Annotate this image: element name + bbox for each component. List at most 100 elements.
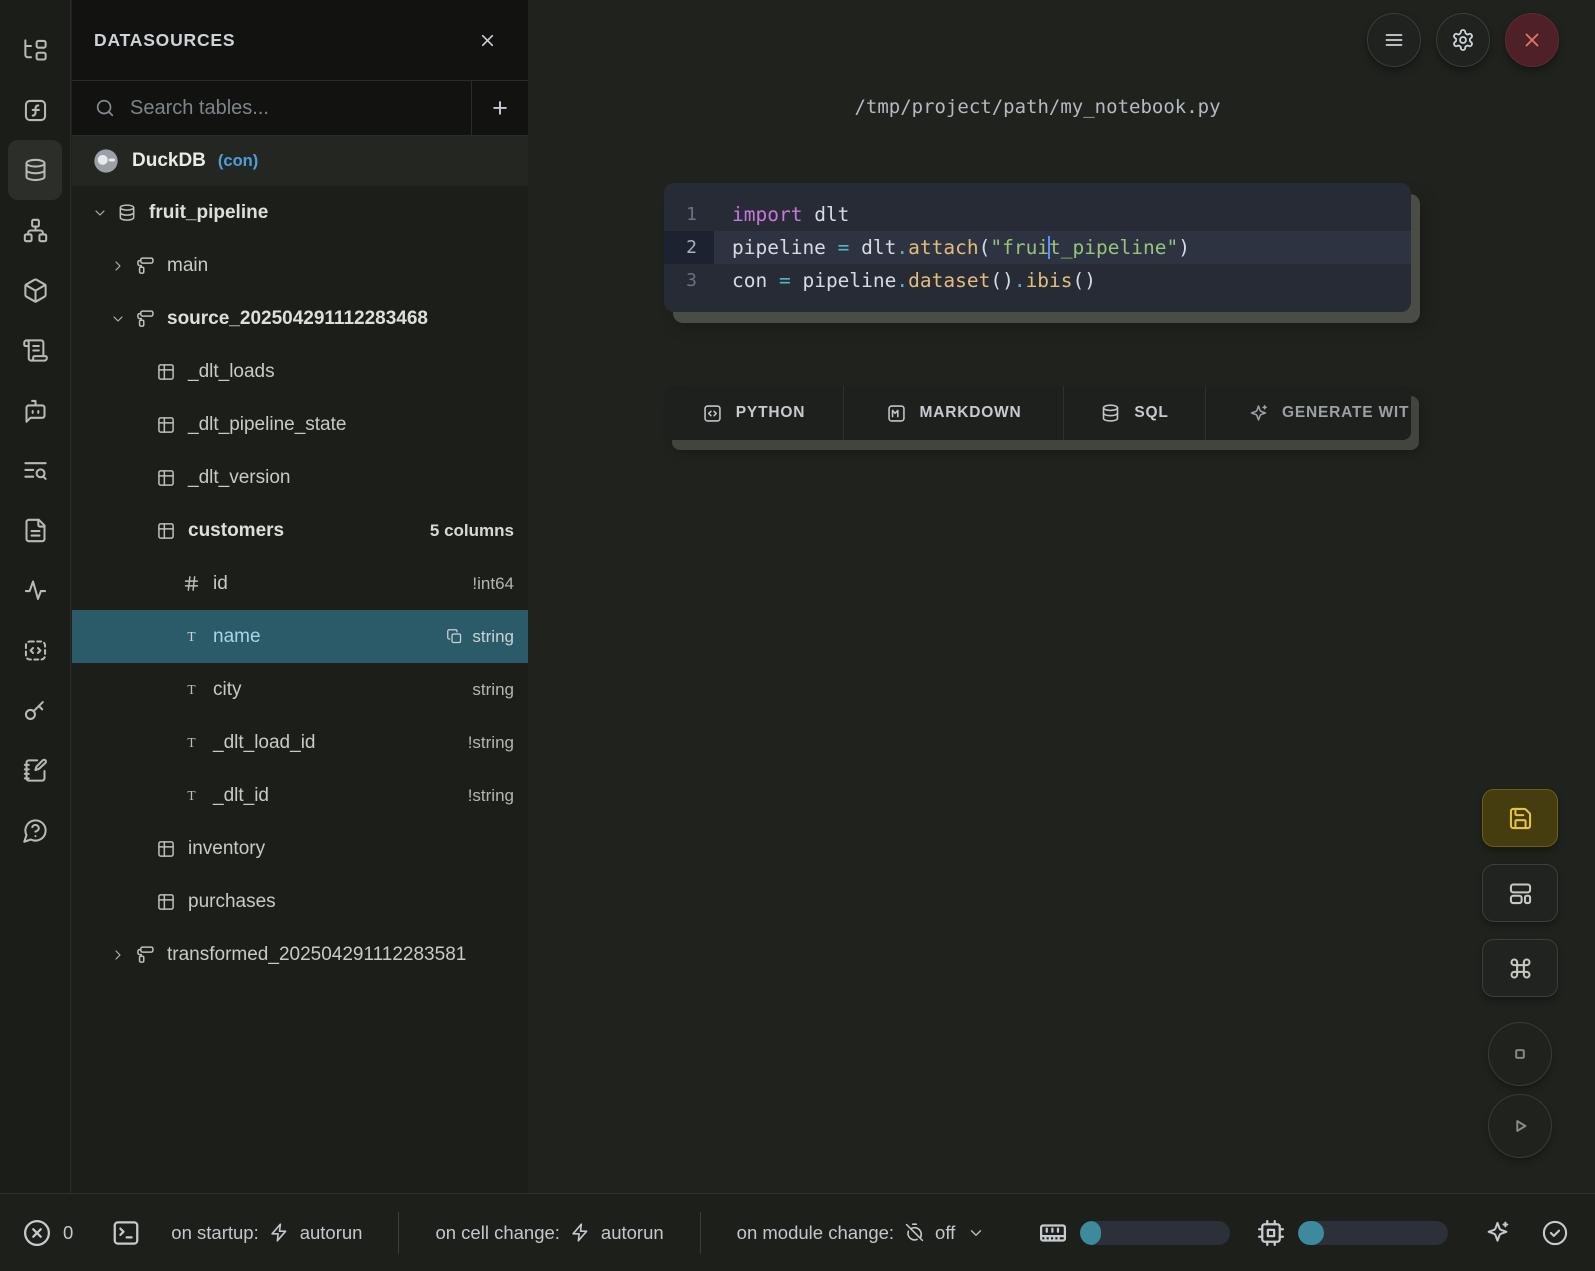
rail-item-documentation[interactable]	[8, 320, 62, 380]
run-button[interactable]	[1488, 1094, 1552, 1158]
cpu-icon	[1256, 1218, 1286, 1248]
rail-item-ai-chat[interactable]	[8, 380, 62, 440]
chevron-right-icon[interactable]	[110, 947, 126, 963]
line-number: 1	[664, 198, 714, 231]
chevron-down-icon[interactable]	[92, 205, 108, 221]
statusbar-on-cell-change[interactable]: on cell change:autorun	[435, 1222, 663, 1244]
rail-item-functions[interactable]	[8, 80, 62, 140]
code-line-1[interactable]: 1import dlt	[664, 198, 1411, 231]
tree-row-_dlt_loads[interactable]: _dlt_loads	[72, 345, 528, 398]
resource-meters	[1038, 1218, 1569, 1248]
terminal-button[interactable]	[111, 1218, 141, 1248]
connection-row[interactable]: DuckDB (con)	[72, 136, 528, 186]
save-button[interactable]	[1482, 789, 1558, 847]
button-label: PYTHON	[736, 404, 805, 422]
rail-item-scratchpad[interactable]	[8, 740, 62, 800]
tree-row-_dlt_id[interactable]: T_dlt_id!string	[72, 769, 528, 822]
add-markdown-cell-button[interactable]: MARKDOWN	[844, 386, 1064, 440]
statusbar-label: on cell change:	[435, 1222, 559, 1244]
chevron-down-icon[interactable]	[110, 311, 126, 327]
table-icon	[156, 521, 176, 541]
database-icon	[117, 203, 137, 223]
statusbar-on-startup[interactable]: on startup:autorun	[171, 1222, 362, 1244]
keyboard-shortcuts-button[interactable]	[1482, 939, 1558, 997]
button-label: SQL	[1134, 404, 1168, 422]
tree-row-_dlt_load_id[interactable]: T_dlt_load_id!string	[72, 716, 528, 769]
tree-row-_dlt_version[interactable]: _dlt_version	[72, 451, 528, 504]
add-python-cell-button[interactable]: PYTHON	[664, 386, 844, 440]
layout-button[interactable]	[1482, 864, 1558, 922]
stop-button[interactable]	[1488, 1022, 1552, 1086]
statusbar-on-module-change[interactable]: on module change:off	[737, 1222, 986, 1244]
code-text: import dlt	[714, 198, 1411, 231]
rail-item-dependencies[interactable]	[8, 200, 62, 260]
network-icon	[22, 217, 49, 244]
rail-item-tracing[interactable]	[8, 560, 62, 620]
play-icon	[1507, 1113, 1533, 1139]
tree-row-inventory[interactable]: inventory	[72, 822, 528, 875]
code-square-icon	[702, 403, 723, 424]
activity-rail	[0, 0, 71, 1193]
connection-alias: (con)	[218, 152, 258, 171]
sparkles-icon	[1248, 403, 1269, 424]
chevron-right-icon[interactable]	[110, 258, 126, 274]
generate-with-ai-button[interactable]: GENERATE WIT	[1206, 386, 1411, 440]
code-line-2[interactable]: 2pipeline = dlt.attach("fruit_pipeline")	[664, 231, 1411, 264]
zap-icon	[570, 1222, 591, 1243]
key-icon	[22, 697, 49, 724]
list-search-icon	[22, 457, 49, 484]
statusbar-label: on startup:	[171, 1222, 258, 1244]
cpu-meter	[1298, 1221, 1448, 1245]
search-input[interactable]	[130, 97, 471, 120]
timer-off-icon	[904, 1222, 925, 1243]
tree-row-transformed_202504291112283581[interactable]: transformed_202504291112283581	[72, 928, 528, 981]
code-cell[interactable]: 1import dlt2pipeline = dlt.attach("fruit…	[664, 183, 1411, 312]
line-number: 3	[664, 264, 714, 297]
search-box	[72, 81, 471, 135]
add-sql-cell-button[interactable]: SQL	[1064, 386, 1206, 440]
rail-item-packages[interactable]	[8, 260, 62, 320]
rail-item-outputs[interactable]	[8, 620, 62, 680]
rail-item-files[interactable]	[8, 20, 62, 80]
tree-row-customers[interactable]: customers5 columns	[72, 504, 528, 557]
terminal-icon	[111, 1218, 141, 1248]
settings-button[interactable]	[1436, 13, 1490, 67]
panel-header: DATASOURCES	[72, 0, 528, 80]
scroll-text-icon	[22, 337, 49, 364]
tree-row-city[interactable]: Tcitystring	[72, 663, 528, 716]
tree-row-name[interactable]: Tnamestring	[72, 610, 528, 663]
menu-button[interactable]	[1367, 13, 1421, 67]
connection-status-icon[interactable]	[1541, 1219, 1569, 1247]
code-square-dashed-icon	[22, 637, 49, 664]
tree-row-purchases[interactable]: purchases	[72, 875, 528, 928]
tree-row-source_202504291112283468[interactable]: source_202504291112283468	[72, 292, 528, 345]
rail-item-logs[interactable]	[8, 440, 62, 500]
tree-row-id[interactable]: id !int64	[72, 557, 528, 610]
rail-item-secrets[interactable]	[8, 680, 62, 740]
window-controls	[1367, 13, 1559, 67]
type-icon: T	[182, 680, 201, 699]
tree-label: id	[213, 573, 228, 595]
tree-meta: !string	[468, 786, 514, 806]
tree-row-main[interactable]: main	[72, 239, 528, 292]
svg-text:T: T	[187, 629, 195, 644]
ai-sparkles-icon[interactable]	[1484, 1219, 1511, 1246]
tree-row-_dlt_pipeline_state[interactable]: _dlt_pipeline_state	[72, 398, 528, 451]
notebook-pen-icon	[22, 757, 49, 784]
tree-label: customers	[188, 520, 284, 542]
circle-x-icon	[22, 1218, 52, 1248]
plus-icon: +	[492, 93, 508, 124]
code-line-3[interactable]: 3con = pipeline.dataset().ibis()	[664, 264, 1411, 297]
rail-item-snippets[interactable]	[8, 500, 62, 560]
tree-row-fruit_pipeline[interactable]: fruit_pipeline	[72, 186, 528, 239]
close-panel-icon[interactable]	[477, 30, 498, 51]
rail-item-help[interactable]	[8, 800, 62, 860]
tree-label: inventory	[188, 838, 265, 860]
rail-item-datasources[interactable]	[8, 140, 62, 200]
command-icon	[1507, 955, 1534, 982]
shutdown-button[interactable]	[1505, 13, 1559, 67]
tree-meta: !int64	[472, 574, 514, 594]
add-datasource-button[interactable]: +	[471, 81, 528, 135]
statusbar-label: on module change:	[737, 1222, 894, 1244]
errors-indicator[interactable]: 0	[22, 1218, 73, 1248]
